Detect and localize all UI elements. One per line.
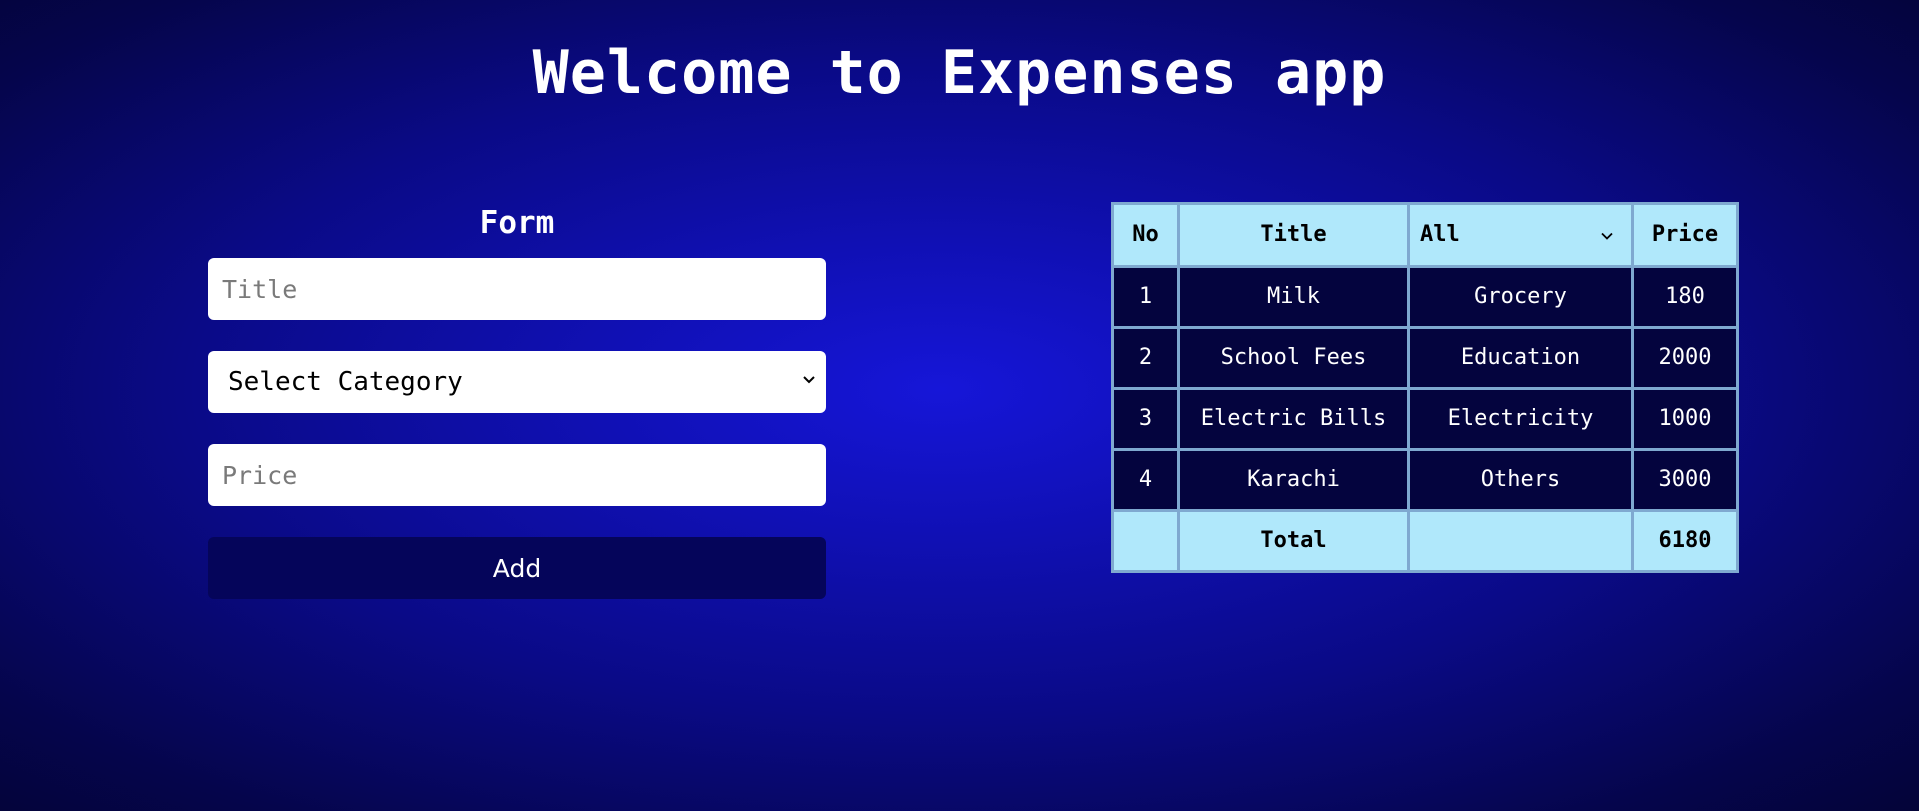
- table-header-row: No Title All Price: [1111, 202, 1739, 268]
- footer-empty-cell: [1111, 509, 1180, 573]
- table-row: 1 Milk Grocery 180: [1111, 265, 1739, 329]
- category-select-value: Select Category: [228, 367, 463, 397]
- row-price: 1000: [1631, 387, 1739, 451]
- row-title: Electric Bills: [1177, 387, 1410, 451]
- row-price: 2000: [1631, 326, 1739, 390]
- expenses-table-container: No Title All Price 1 Milk Grocery 180 2: [1111, 202, 1739, 573]
- category-select[interactable]: Select Category: [208, 351, 826, 413]
- row-no: 1: [1111, 265, 1180, 329]
- table-footer-row: Total 6180: [1111, 509, 1739, 573]
- row-category: Others: [1407, 448, 1634, 512]
- row-no: 4: [1111, 448, 1180, 512]
- expenses-table: No Title All Price 1 Milk Grocery 180 2: [1111, 202, 1739, 573]
- total-value: 6180: [1631, 509, 1739, 573]
- table-row: 3 Electric Bills Electricity 1000: [1111, 387, 1739, 451]
- table-row: 2 School Fees Education 2000: [1111, 326, 1739, 390]
- page-title: Welcome to Expenses app: [532, 38, 1387, 108]
- expense-form: Form Select Category Add: [208, 200, 826, 599]
- add-button[interactable]: Add: [208, 537, 826, 599]
- row-price: 3000: [1631, 448, 1739, 512]
- category-filter-select[interactable]: All: [1407, 202, 1634, 268]
- chevron-down-icon: [803, 376, 815, 384]
- row-title: Karachi: [1177, 448, 1410, 512]
- row-price: 180: [1631, 265, 1739, 329]
- row-category: Education: [1407, 326, 1634, 390]
- category-filter-value: All: [1420, 222, 1460, 247]
- row-category: Electricity: [1407, 387, 1634, 451]
- table-row: 4 Karachi Others 3000: [1111, 448, 1739, 512]
- footer-empty-cell: [1407, 509, 1634, 573]
- row-title: School Fees: [1177, 326, 1410, 390]
- row-title: Milk: [1177, 265, 1410, 329]
- row-category: Grocery: [1407, 265, 1634, 329]
- row-no: 3: [1111, 387, 1180, 451]
- header-title: Title: [1177, 202, 1410, 268]
- chevron-down-icon: [1601, 232, 1613, 240]
- header-no: No: [1111, 202, 1180, 268]
- total-label: Total: [1177, 509, 1410, 573]
- row-no: 2: [1111, 326, 1180, 390]
- header-price: Price: [1631, 202, 1739, 268]
- form-heading: Form: [479, 205, 555, 241]
- title-input[interactable]: [208, 258, 826, 320]
- price-input[interactable]: [208, 444, 826, 506]
